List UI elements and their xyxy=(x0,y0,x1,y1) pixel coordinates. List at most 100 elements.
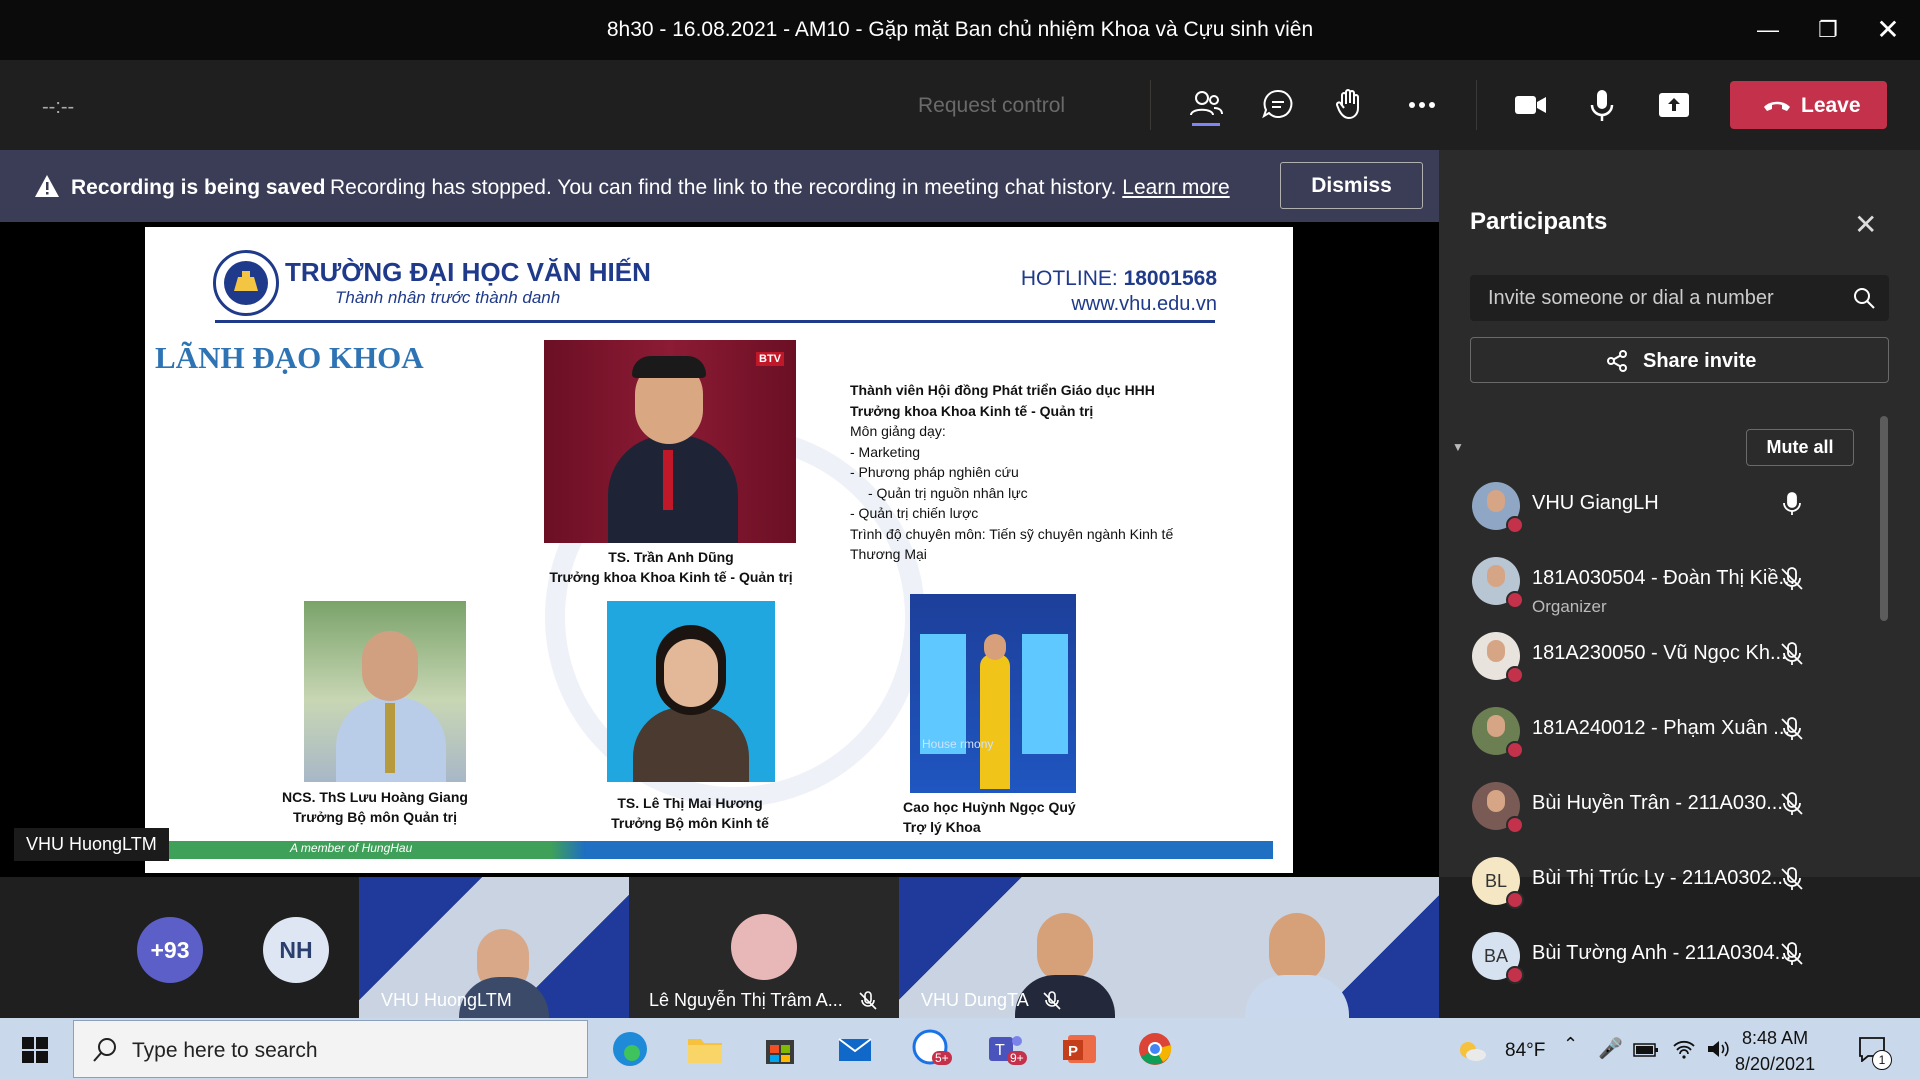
weather-icon[interactable] xyxy=(1455,1038,1487,1064)
desc-line: Thương Mại xyxy=(850,546,927,562)
warning-icon xyxy=(35,175,59,197)
close-window-button[interactable]: ✕ xyxy=(1868,10,1908,50)
participant-row[interactable]: 181A230050 - Vũ Ngọc Kh... xyxy=(1470,630,1880,690)
initials-avatar[interactable]: NH xyxy=(263,917,329,983)
muted-mic-icon[interactable] xyxy=(1778,940,1806,968)
dismiss-button[interactable]: Dismiss xyxy=(1280,162,1423,209)
invite-input[interactable]: Invite someone or dial a number xyxy=(1470,275,1889,321)
notification-count: 1 xyxy=(1872,1050,1892,1070)
participant-name: 181A230050 - Vũ Ngọc Kh... xyxy=(1532,642,1787,664)
microphone-icon[interactable] xyxy=(1778,490,1806,518)
teams-icon[interactable]: T 9+ xyxy=(983,1027,1027,1071)
toolbar-divider xyxy=(1150,80,1151,130)
participant-name: Bùi Thị Trúc Ly - 211A0302... xyxy=(1532,867,1789,889)
chat-icon[interactable] xyxy=(1256,83,1300,127)
leave-label: Leave xyxy=(1801,94,1861,117)
participant-row[interactable]: BL Bùi Thị Trúc Ly - 211A0302... xyxy=(1470,855,1880,915)
desc-line: Môn giảng dạy: xyxy=(850,423,946,439)
microphone-tray-icon[interactable]: 🎤 xyxy=(1598,1036,1623,1061)
search-placeholder: Type here to search xyxy=(132,1039,318,1062)
share-invite-button[interactable]: Share invite xyxy=(1470,337,1889,383)
dean-role: Trưởng khoa Khoa Kinh tế - Quản trị xyxy=(549,569,793,585)
powerpoint-icon[interactable]: P xyxy=(1058,1027,1102,1071)
weather-temperature[interactable]: 84°F xyxy=(1505,1040,1545,1062)
leave-button[interactable]: Leave xyxy=(1730,81,1887,129)
camera-icon[interactable] xyxy=(1508,83,1552,127)
minimize-button[interactable]: — xyxy=(1748,10,1788,50)
request-control-button[interactable]: Request control xyxy=(918,94,1065,118)
muted-mic-icon xyxy=(1043,991,1061,1010)
photo-huynh-ngoc-quy: House rmony xyxy=(910,594,1076,793)
muted-mic-icon[interactable] xyxy=(1778,565,1806,593)
tile-label: VHU DungTA xyxy=(921,990,1029,1010)
windows-start-icon[interactable] xyxy=(22,1037,48,1063)
collapse-chevron-icon[interactable]: ▼ xyxy=(1452,440,1464,454)
panel-title: Participants xyxy=(1470,208,1608,235)
muted-mic-icon[interactable] xyxy=(1778,715,1806,743)
invite-placeholder: Invite someone or dial a number xyxy=(1488,287,1774,309)
chrome-icon[interactable] xyxy=(1133,1027,1177,1071)
taskbar-clock[interactable]: 8:48 AM 8/20/2021 xyxy=(1735,1025,1815,1077)
share-screen-icon[interactable] xyxy=(1652,83,1696,127)
muted-mic-icon xyxy=(859,991,877,1010)
participants-icon[interactable] xyxy=(1184,83,1228,127)
banner-message: Recording has stopped. You can find the … xyxy=(330,176,1230,200)
overflow-count[interactable]: +93 xyxy=(137,917,203,983)
battery-icon[interactable] xyxy=(1633,1042,1659,1058)
raise-hand-icon[interactable] xyxy=(1328,83,1372,127)
store-icon[interactable] xyxy=(758,1027,802,1071)
wifi-icon[interactable] xyxy=(1672,1038,1696,1060)
person-name: TS. Lê Thị Mai Hương xyxy=(617,795,763,811)
volume-icon[interactable] xyxy=(1706,1038,1730,1060)
close-panel-icon[interactable]: ✕ xyxy=(1854,208,1877,241)
more-options-icon[interactable] xyxy=(1400,83,1444,127)
file-explorer-icon[interactable] xyxy=(683,1027,727,1071)
participant-row[interactable]: 181A030504 - Đoàn Thị Kiề... Organizer xyxy=(1470,555,1880,616)
photo-le-thi-mai-huong xyxy=(607,601,775,782)
phone-hangup-icon xyxy=(1764,101,1790,111)
desc-line: Trình độ chuyên môn: Tiến sỹ chuyên ngàn… xyxy=(850,525,1174,542)
participant-row[interactable]: BA Bùi Tường Anh - 211A0304... xyxy=(1470,930,1880,990)
restore-button[interactable]: ❐ xyxy=(1808,10,1848,50)
participant-row[interactable]: VHU GiangLH xyxy=(1470,480,1880,540)
muted-mic-icon[interactable] xyxy=(1778,865,1806,893)
desc-line: - Phương pháp nghiên cứu xyxy=(850,464,1019,480)
photo-luu-hoang-giang xyxy=(304,601,466,782)
learn-more-link[interactable]: Learn more xyxy=(1122,176,1229,199)
participant-row[interactable]: 181A240012 - Phạm Xuân ... xyxy=(1470,705,1880,765)
desc-line: Trưởng khoa Khoa Kinh tế - Quản trị xyxy=(850,402,1094,419)
participant-name: Bùi Tường Anh - 211A0304... xyxy=(1532,942,1792,964)
toolbar-divider xyxy=(1476,80,1477,130)
clock-time: 8:48 AM xyxy=(1742,1028,1809,1048)
mail-icon[interactable] xyxy=(833,1027,877,1071)
video-tile[interactable]: VHU DungTA xyxy=(899,877,1439,1018)
zalo-icon[interactable]: 5+ xyxy=(908,1027,952,1071)
desc-line: - Marketing xyxy=(850,443,921,460)
muted-mic-icon[interactable] xyxy=(1778,790,1806,818)
presenter-name: VHU HuongLTM xyxy=(14,828,169,861)
participant-row[interactable]: Bùi Huyền Trân - 211A030... xyxy=(1470,780,1880,840)
banner-message-text: Recording has stopped. You can find the … xyxy=(330,176,1117,199)
edge-icon[interactable] xyxy=(608,1027,652,1071)
header-rule xyxy=(215,320,1215,323)
taskbar-search-input[interactable]: Type here to search xyxy=(73,1020,588,1078)
video-tile[interactable]: Lê Nguyễn Thị Trâm A... xyxy=(629,877,899,1018)
backdrop-text: House rmony xyxy=(922,737,994,751)
presence-dot xyxy=(1506,516,1524,534)
participant-name: 181A240012 - Phạm Xuân ... xyxy=(1532,717,1790,739)
participant-name: Bùi Huyền Trân - 211A030... xyxy=(1532,792,1783,814)
avatar xyxy=(731,914,797,980)
video-tile[interactable]: VHU HuongLTM xyxy=(359,877,629,1018)
school-logo xyxy=(213,250,279,316)
mute-all-button[interactable]: Mute all xyxy=(1746,429,1854,466)
microphone-icon[interactable] xyxy=(1580,83,1624,127)
tile-label: VHU HuongLTM xyxy=(381,990,512,1010)
panel-scrollbar[interactable] xyxy=(1880,416,1888,621)
chevron-up-icon[interactable]: ⌃ xyxy=(1563,1034,1578,1055)
desc-line: - Quản trị nguồn nhân lực xyxy=(868,484,1028,501)
person-role: Trợ lý Khoa xyxy=(903,819,981,835)
person-role: Trưởng Bộ môn Quản trị xyxy=(293,809,457,825)
muted-mic-icon[interactable] xyxy=(1778,640,1806,668)
search-icon xyxy=(1854,288,1875,309)
desc-line: Thành viên Hội đồng Phát triển Giáo dục … xyxy=(850,382,1155,398)
